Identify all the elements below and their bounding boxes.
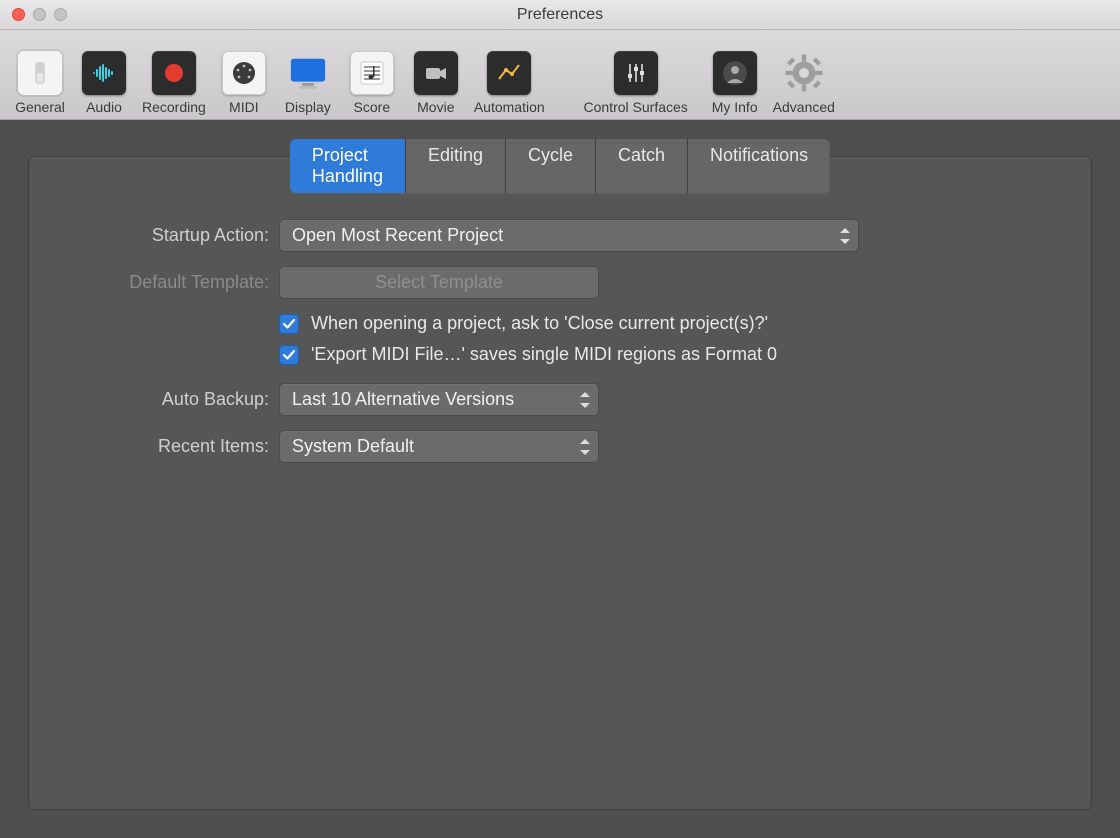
checkbox-label: 'Export MIDI File…' saves single MIDI re…	[311, 344, 777, 365]
toolbar-item-score[interactable]: Score	[342, 51, 402, 115]
checkbox-label: When opening a project, ask to 'Close cu…	[311, 313, 768, 334]
toolbar-label: Advanced	[773, 99, 835, 115]
score-icon	[350, 51, 394, 95]
startup-action-label: Startup Action:	[65, 225, 279, 246]
content-area: Project Handling Editing Cycle Catch Not…	[0, 120, 1120, 838]
updown-icon	[580, 439, 590, 455]
record-icon	[152, 51, 196, 95]
tab-catch[interactable]: Catch	[596, 139, 688, 193]
camera-icon	[414, 51, 458, 95]
recent-items-select[interactable]: System Default	[279, 430, 599, 463]
select-value: System Default	[292, 436, 414, 456]
switch-icon	[18, 51, 62, 95]
toolbar-item-advanced[interactable]: Advanced	[769, 51, 839, 115]
toolbar-item-control-surfaces[interactable]: Control Surfaces	[571, 51, 701, 115]
updown-icon	[580, 392, 590, 408]
midi-icon	[222, 51, 266, 95]
auto-backup-label: Auto Backup:	[65, 389, 279, 410]
toolbar-label: Audio	[86, 99, 122, 115]
traffic-lights	[0, 8, 67, 21]
zoom-button[interactable]	[54, 8, 67, 21]
toolbar-label: General	[15, 99, 65, 115]
tab-cycle[interactable]: Cycle	[506, 139, 596, 193]
preferences-window: Preferences General Audio Recording	[0, 0, 1120, 838]
tab-notifications[interactable]: Notifications	[688, 139, 830, 193]
checkbox-ask-close-project[interactable]	[279, 314, 299, 334]
toolbar-item-general[interactable]: General	[10, 51, 70, 115]
default-template-label: Default Template:	[65, 272, 279, 293]
updown-icon	[840, 228, 850, 244]
toolbar: General Audio Recording MIDI Display	[0, 30, 1120, 120]
toolbar-label: MIDI	[229, 99, 259, 115]
toolbar-item-movie[interactable]: Movie	[406, 51, 466, 115]
toolbar-label: Display	[285, 99, 331, 115]
tab-editing[interactable]: Editing	[406, 139, 506, 193]
form: Startup Action: Open Most Recent Project…	[29, 199, 1091, 497]
toolbar-label: Automation	[474, 99, 545, 115]
toolbar-label: Score	[354, 99, 391, 115]
person-icon	[713, 51, 757, 95]
titlebar: Preferences	[0, 0, 1120, 30]
startup-action-select[interactable]: Open Most Recent Project	[279, 219, 859, 252]
display-icon	[286, 51, 330, 95]
minimize-button[interactable]	[33, 8, 46, 21]
toolbar-label: Control Surfaces	[584, 99, 688, 115]
toolbar-label: Movie	[417, 99, 454, 115]
select-value: Open Most Recent Project	[292, 225, 503, 245]
waveform-icon	[82, 51, 126, 95]
tab-project-handling[interactable]: Project Handling	[290, 139, 406, 193]
checkbox-export-midi-format0[interactable]	[279, 345, 299, 365]
toolbar-item-my-info[interactable]: My Info	[705, 51, 765, 115]
close-button[interactable]	[12, 8, 25, 21]
gear-icon	[782, 51, 826, 95]
toolbar-item-automation[interactable]: Automation	[470, 51, 549, 115]
select-value: Last 10 Alternative Versions	[292, 389, 514, 409]
toolbar-label: Recording	[142, 99, 206, 115]
window-title: Preferences	[0, 6, 1120, 24]
auto-backup-select[interactable]: Last 10 Alternative Versions	[279, 383, 599, 416]
toolbar-item-display[interactable]: Display	[278, 51, 338, 115]
toolbar-item-midi[interactable]: MIDI	[214, 51, 274, 115]
recent-items-label: Recent Items:	[65, 436, 279, 457]
tab-bar: Project Handling Editing Cycle Catch Not…	[290, 139, 830, 193]
toolbar-item-audio[interactable]: Audio	[74, 51, 134, 115]
toolbar-label: My Info	[712, 99, 758, 115]
settings-panel: Project Handling Editing Cycle Catch Not…	[28, 156, 1092, 810]
automation-icon	[487, 51, 531, 95]
toolbar-item-recording[interactable]: Recording	[138, 51, 210, 115]
select-template-button[interactable]: Select Template	[279, 266, 599, 299]
faders-icon	[614, 51, 658, 95]
